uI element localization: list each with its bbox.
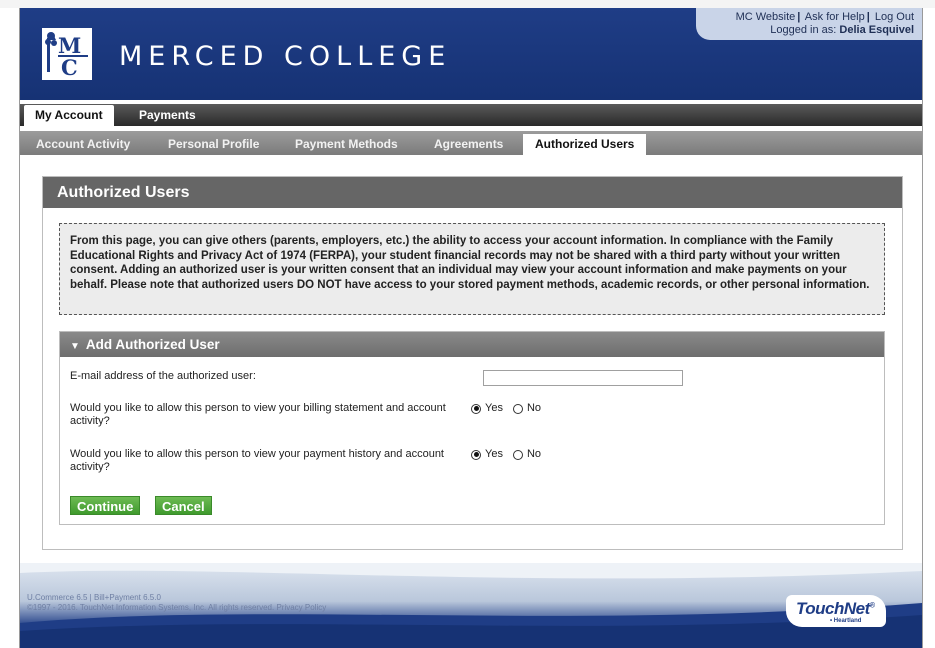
tab-authorized-users[interactable]: Authorized Users (523, 134, 647, 155)
primary-nav: My Account Payments (20, 104, 922, 126)
add-user-section-header[interactable]: ▼ Add Authorized User (60, 332, 884, 357)
page-frame: M C MERCED COLLEGE MC Website | Ask for H… (19, 8, 923, 648)
privacy-policy-link[interactable]: Privacy Policy (276, 603, 326, 612)
cancel-button[interactable]: Cancel (155, 496, 212, 515)
logged-in-user: Delia Esquivel (839, 24, 914, 36)
payment-question-label: Would you like to allow this person to v… (70, 448, 444, 473)
touchnet-wordmark: TouchNet® (796, 599, 875, 619)
payment-yes-radio[interactable] (471, 449, 481, 460)
trademark-icon: ® (869, 602, 875, 610)
tab-my-account[interactable]: My Account (24, 105, 114, 126)
svg-text:C: C (61, 55, 78, 80)
site-footer: U.Commerce 6.5 | Bill+Payment 6.5.0 ©199… (20, 563, 922, 648)
mc-website-link[interactable]: MC Website (736, 11, 796, 23)
link-separator: | (797, 11, 801, 23)
college-seal-icon: M C (42, 28, 92, 80)
tab-account-activity[interactable]: Account Activity (24, 134, 142, 155)
touchnet-logo[interactable]: TouchNet® • Heartland (778, 591, 896, 631)
secondary-nav: Account Activity Personal Profile Paymen… (20, 131, 922, 155)
college-logo[interactable]: M C (42, 28, 92, 80)
page-title: Authorized Users (43, 177, 902, 208)
email-label: E-mail address of the authorized user: (70, 370, 256, 382)
billing-yes-radio[interactable] (471, 403, 481, 414)
college-name: MERCED COLLEGE (119, 41, 452, 72)
billing-radio-group: Yes No (471, 402, 551, 415)
payment-yes-label: Yes (485, 448, 503, 460)
tab-personal-profile[interactable]: Personal Profile (156, 134, 271, 155)
ask-for-help-link[interactable]: Ask for Help (805, 11, 865, 23)
tab-agreements[interactable]: Agreements (422, 134, 515, 155)
site-header: M C MERCED COLLEGE MC Website | Ask for H… (20, 8, 922, 100)
footer-legal: U.Commerce 6.5 | Bill+Payment 6.5.0 ©199… (27, 593, 326, 613)
billing-no-label: No (526, 402, 542, 414)
billing-no-radio[interactable] (512, 403, 523, 414)
billing-question-label: Would you like to allow this person to v… (70, 402, 446, 427)
heartland-label: • Heartland (830, 618, 862, 624)
billing-yes-label: Yes (485, 402, 503, 414)
tab-payments[interactable]: Payments (128, 105, 207, 126)
copyright-line: ©1997 - 2016. TouchNet Information Syste… (27, 603, 275, 612)
add-authorized-user-section: ▼ Add Authorized User E-mail address of t… (59, 331, 885, 525)
touchnet-word-touch: Touch (796, 599, 844, 618)
account-links: MC Website | Ask for Help | Log Out Logged… (696, 8, 922, 40)
top-strip (0, 0, 935, 8)
add-user-section-title: Add Authorized User (85, 337, 220, 352)
ferpa-notice: From this page, you can give others (par… (59, 223, 885, 315)
email-field[interactable] (483, 370, 683, 386)
tab-payment-methods[interactable]: Payment Methods (283, 134, 410, 155)
logged-in-label: Logged in as: (770, 24, 837, 36)
collapse-triangle-icon: ▼ (70, 341, 80, 352)
link-separator: | (866, 11, 870, 23)
continue-button[interactable]: Continue (70, 496, 141, 515)
authorized-users-panel: Authorized Users From this page, you can… (42, 176, 903, 550)
payment-radio-group: Yes No (471, 448, 551, 461)
touchnet-word-net: Net (843, 599, 870, 618)
log-out-link[interactable]: Log Out (875, 11, 914, 23)
payment-no-label: No (526, 448, 542, 460)
payment-no-radio[interactable] (512, 449, 523, 460)
version-line: U.Commerce 6.5 | Bill+Payment 6.5.0 (27, 593, 161, 602)
